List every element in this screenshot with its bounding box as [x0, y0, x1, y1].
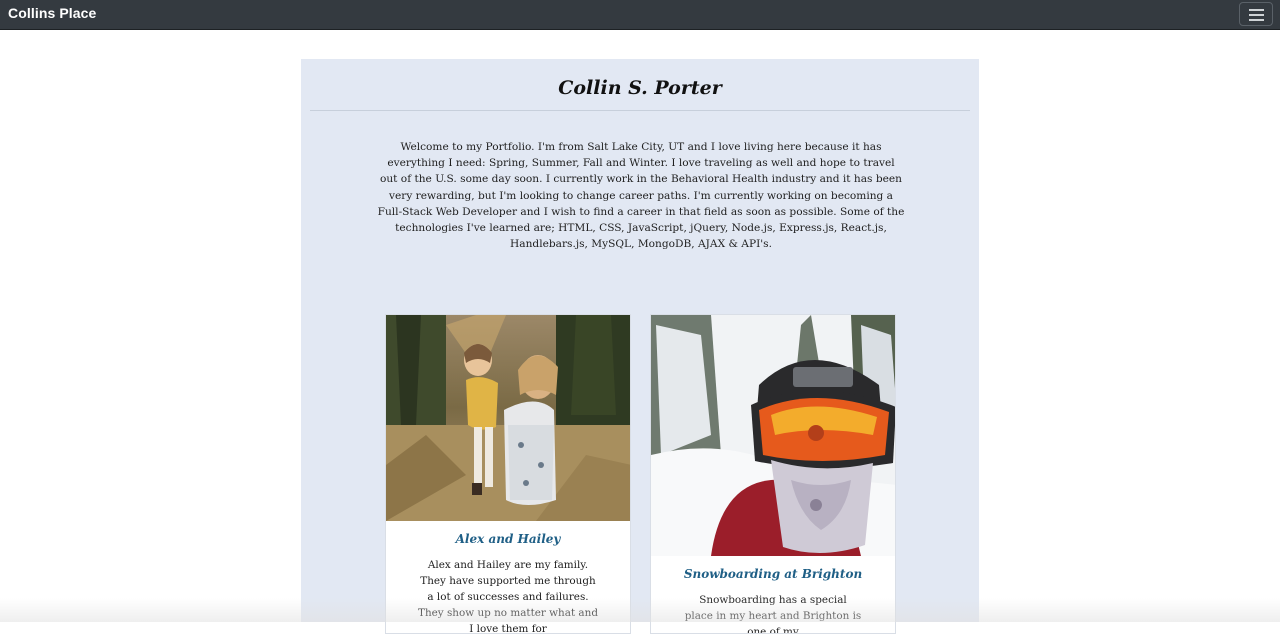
card-title: Snowboarding at Brighton [683, 567, 863, 581]
snowboarding-photo [651, 315, 895, 556]
card-text: Snowboarding has a special place in my h… [684, 594, 862, 634]
top-navbar: Collins Place [0, 0, 1280, 30]
card-family: Alex and Hailey Alex and Hailey are my f… [385, 314, 631, 634]
brand-link[interactable]: Collins Place [8, 5, 96, 21]
portfolio-panel: Collin S. Porter Welcome to my Portfolio… [301, 59, 979, 634]
card-snowboarding: Snowboarding at Brighton Snowboarding ha… [650, 314, 896, 634]
card-title: Alex and Hailey [455, 532, 561, 546]
title-divider [310, 110, 970, 111]
page-title: Collin S. Porter [558, 77, 722, 99]
card-text: Alex and Hailey are my family. They have… [418, 559, 598, 634]
family-photo [386, 315, 630, 521]
navbar-toggle-button[interactable] [1239, 2, 1273, 26]
intro-paragraph: Welcome to my Portfolio. I'm from Salt L… [377, 141, 905, 251]
